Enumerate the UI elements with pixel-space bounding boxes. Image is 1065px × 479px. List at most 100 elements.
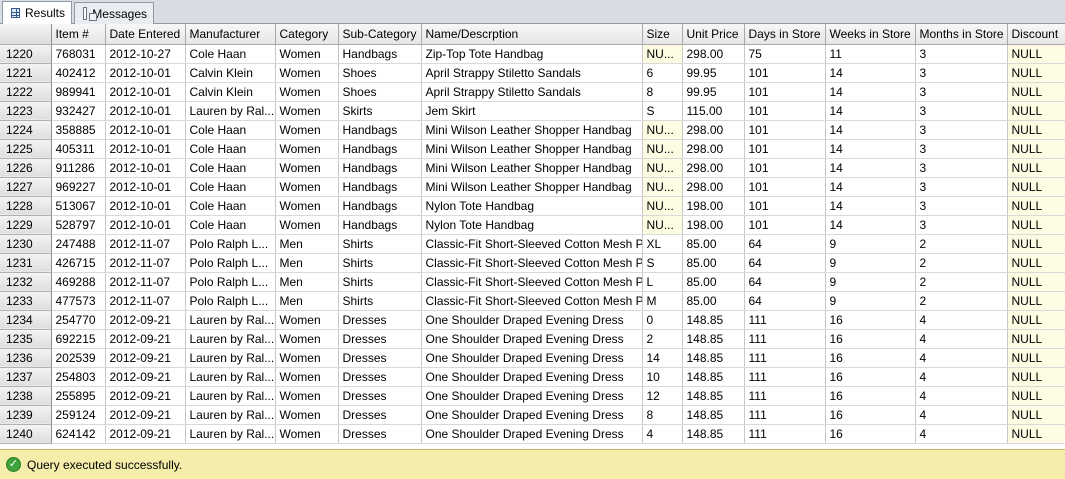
grid-cell[interactable]: One Shoulder Draped Evening Dress [421,310,643,330]
grid-cell[interactable]: 16 [825,348,916,368]
grid-cell[interactable]: Mini Wilson Leather Shopper Handbag [421,120,643,140]
grid-cell[interactable]: NULL [1007,367,1065,387]
grid-cell[interactable]: 358885 [51,120,106,140]
grid-cell[interactable]: 2012-11-07 [105,253,186,273]
grid-cell[interactable]: Women [275,101,339,121]
grid-cell[interactable]: 101 [744,101,826,121]
row-number[interactable]: 1226 [0,158,52,178]
grid-cell[interactable]: Dresses [338,348,422,368]
tab-messages[interactable]: Messages [74,2,154,24]
grid-cell[interactable]: 101 [744,196,826,216]
grid-cell[interactable]: Men [275,291,339,311]
grid-cell[interactable]: Men [275,253,339,273]
grid-cell[interactable]: 2012-09-21 [105,424,186,444]
grid-cell[interactable]: 4 [915,310,1008,330]
grid-cell[interactable]: 2 [915,234,1008,254]
grid-cell[interactable]: NULL [1007,272,1065,292]
grid-cell[interactable]: 16 [825,405,916,425]
grid-cell[interactable]: 2012-10-01 [105,82,186,102]
grid-cell[interactable]: Women [275,158,339,178]
grid-cell[interactable]: 111 [744,405,826,425]
grid-cell[interactable]: NULL [1007,215,1065,235]
grid-cell[interactable]: 2012-10-01 [105,196,186,216]
grid-cell[interactable]: 111 [744,310,826,330]
grid-cell[interactable]: Handbags [338,177,422,197]
grid-cell[interactable]: Women [275,329,339,349]
grid-cell[interactable]: Shoes [338,63,422,83]
grid-cell[interactable]: Cole Haan [185,44,276,64]
grid-cell[interactable]: Zip-Top Tote Handbag [421,44,643,64]
grid-cell[interactable]: 198.00 [682,196,745,216]
grid-cell[interactable]: Men [275,272,339,292]
grid-cell[interactable]: Women [275,139,339,159]
table-row[interactable]: 1233 477573 2012-11-07 Polo Ralph L... Men Sh… [0,291,1065,311]
grid-cell[interactable]: Handbags [338,120,422,140]
grid-cell[interactable]: NULL [1007,44,1065,64]
grid-cell[interactable]: 969227 [51,177,106,197]
grid-cell[interactable]: 148.85 [682,348,745,368]
column-header[interactable]: Date Entered [105,24,186,45]
table-row[interactable]: 1235 692215 2012-09-21 Lauren by Ral... Wome… [0,329,1065,349]
row-number[interactable]: 1239 [0,405,52,425]
grid-cell[interactable]: 148.85 [682,367,745,387]
grid-cell[interactable]: NU... [642,177,683,197]
grid-cell[interactable]: 4 [915,367,1008,387]
grid-cell[interactable]: S [642,253,683,273]
grid-cell[interactable]: 3 [915,120,1008,140]
grid-cell[interactable]: 989941 [51,82,106,102]
grid-cell[interactable]: 768031 [51,44,106,64]
grid-cell[interactable]: NULL [1007,158,1065,178]
grid-cell[interactable]: 148.85 [682,386,745,406]
grid-cell[interactable]: Handbags [338,158,422,178]
grid-cell[interactable]: NULL [1007,177,1065,197]
grid-cell[interactable]: 111 [744,386,826,406]
grid-cell[interactable]: Lauren by Ral... [185,367,276,387]
grid-cell[interactable]: 2012-10-01 [105,177,186,197]
grid-cell[interactable]: 14 [825,101,916,121]
table-row[interactable]: 1231 426715 2012-11-07 Polo Ralph L... Men Sh… [0,253,1065,273]
row-number[interactable]: 1230 [0,234,52,254]
grid-cell[interactable]: 2012-09-21 [105,310,186,330]
row-number[interactable]: 1220 [0,44,52,64]
grid-cell[interactable]: Classic-Fit Short-Sleeved Cotton Mesh Po… [421,253,643,273]
grid-cell[interactable]: 402412 [51,63,106,83]
grid-cell[interactable]: 692215 [51,329,106,349]
table-row[interactable]: 1232 469288 2012-11-07 Polo Ralph L... Men Sh… [0,272,1065,292]
grid-cell[interactable]: Women [275,310,339,330]
grid-cell[interactable]: Polo Ralph L... [185,291,276,311]
grid-cell[interactable]: Classic-Fit Short-Sleeved Cotton Mesh Po… [421,291,643,311]
tab-results[interactable]: Results [2,1,72,24]
grid-cell[interactable]: NU... [642,44,683,64]
grid-cell[interactable]: Women [275,405,339,425]
grid-cell[interactable]: Lauren by Ral... [185,348,276,368]
column-header[interactable]: Item # [51,24,106,45]
grid-cell[interactable]: 85.00 [682,272,745,292]
grid-cell[interactable]: Dresses [338,367,422,387]
grid-cell[interactable]: 115.00 [682,101,745,121]
grid-cell[interactable]: Handbags [338,139,422,159]
grid-cell[interactable]: 3 [915,63,1008,83]
grid-cell[interactable]: 2 [915,253,1008,273]
grid-cell[interactable]: Women [275,120,339,140]
grid-cell[interactable]: 14 [642,348,683,368]
grid-cell[interactable]: Women [275,44,339,64]
grid-cell[interactable]: NU... [642,215,683,235]
grid-cell[interactable]: 64 [744,253,826,273]
grid-cell[interactable]: 298.00 [682,158,745,178]
grid-cell[interactable]: 8 [642,82,683,102]
grid-cell[interactable]: 16 [825,329,916,349]
grid-cell[interactable]: Shirts [338,291,422,311]
grid-cell[interactable]: Cole Haan [185,139,276,159]
grid-cell[interactable]: 2012-10-01 [105,120,186,140]
grid-cell[interactable]: Dresses [338,424,422,444]
grid-cell[interactable]: 254803 [51,367,106,387]
grid-cell[interactable]: 2012-10-01 [105,63,186,83]
grid-cell[interactable]: April Strappy Stiletto Sandals [421,82,643,102]
grid-cell[interactable]: 2012-10-01 [105,139,186,159]
grid-cell[interactable]: Classic-Fit Short-Sleeved Cotton Mesh Po… [421,234,643,254]
grid-cell[interactable]: 9 [825,234,916,254]
grid-cell[interactable]: 14 [825,82,916,102]
column-header[interactable]: Manufacturer [185,24,276,45]
grid-cell[interactable]: Lauren by Ral... [185,101,276,121]
table-row[interactable]: 1228 513067 2012-10-01 Cole Haan Women Handba… [0,196,1065,216]
